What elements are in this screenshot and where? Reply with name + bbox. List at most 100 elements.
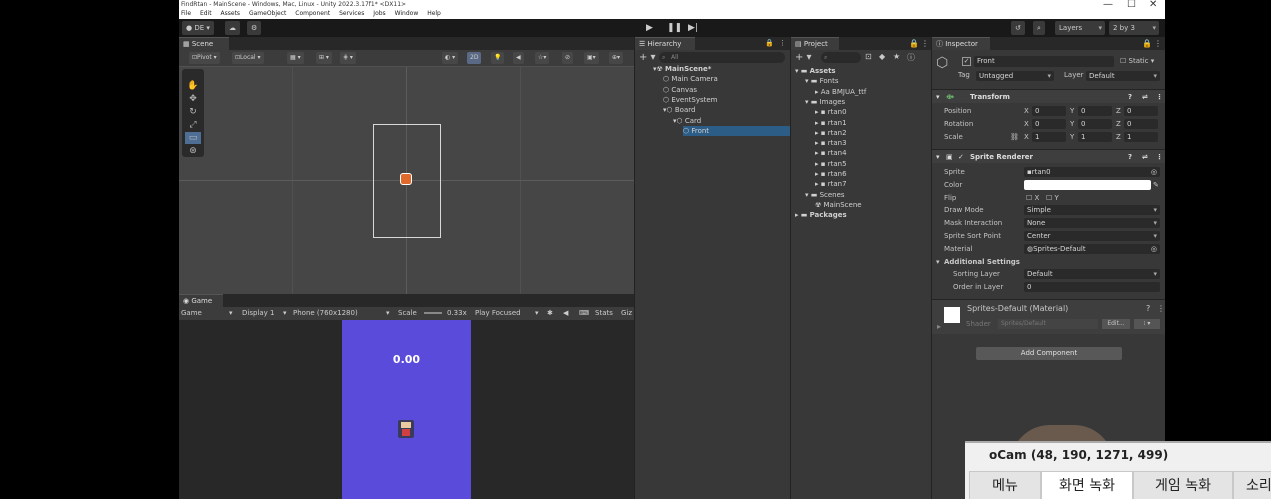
bug-icon[interactable]: ✱ [547,307,553,320]
shortcuts-icon[interactable]: ⌨ [579,307,589,320]
menu-jobs[interactable]: Jobs [373,10,385,17]
kebab-icon[interactable]: ⋮ [921,39,929,48]
add-component-button[interactable]: Add Component [976,347,1122,360]
sprite-renderer-enabled-checkbox[interactable]: ✓ [958,150,964,164]
project-item[interactable]: ▾ ▬ Scenes [805,190,845,200]
hierarchy-item[interactable]: ▾⬡ Board [663,105,791,115]
scale-tool-icon[interactable]: ⤢ [185,119,201,131]
project-item[interactable]: ▸ ▪ rtan4 [815,148,847,158]
hierarchy-item[interactable]: ▾☢ MainScene* [653,64,791,74]
camera-icon[interactable]: ▣▾ [584,52,599,64]
scene-viewport[interactable]: ✋ ✥ ↻ ⤢ ▭ ⊛ [179,66,634,294]
object-picker-icon[interactable]: ◎ [1151,244,1157,254]
position-z-input[interactable]: 0 [1124,106,1158,116]
lock-icon[interactable]: 🔒 [765,39,774,47]
kebab-icon[interactable]: ⋮ [1156,150,1163,164]
project-item[interactable]: ▸ ▬ Packages [795,210,847,220]
transform-header[interactable]: ▾ ⟴ Transform ? ⇌ ⋮ [932,89,1165,103]
layout-dropdown[interactable]: 2 by 3 [1109,21,1159,35]
additional-settings-row[interactable]: ▾ Additional Settings [932,256,1165,268]
kebab-icon[interactable]: ⋮ [1156,90,1163,104]
rect-tool-icon[interactable]: ▭ [185,132,201,144]
front-sprite[interactable] [400,173,412,185]
hierarchy-item[interactable]: ⬡ Canvas [663,85,791,95]
gizmos-icon[interactable]: ⊕▾ [609,52,624,64]
create-button[interactable]: + ▾ [795,52,812,63]
menu-help[interactable]: Help [427,10,441,17]
tab-hierarchy[interactable]: ☰ Hierarchy [635,37,695,50]
flip-y-checkbox[interactable]: ☐ Y [1046,192,1059,204]
close-button[interactable]: ✕ [1149,0,1157,10]
kebab-icon[interactable]: ⋮ [779,39,786,47]
game-view-arrow[interactable]: ▾ [229,307,233,320]
position-y-input[interactable]: 0 [1078,106,1112,116]
local-dropdown[interactable]: ⊡Local ▾ [232,52,264,64]
add-button[interactable]: + ▾ [639,52,656,63]
menu-assets[interactable]: Assets [221,10,241,17]
audio-icon[interactable]: ◀︎ [513,52,524,64]
lock-icon[interactable]: 🔒 [1142,39,1152,48]
menu-edit[interactable]: Edit [200,10,212,17]
menu-services[interactable]: Services [339,10,364,17]
tab-inspector[interactable]: ⓘ Inspector [932,37,990,50]
game-view-dropdown[interactable]: Game [181,307,202,320]
step-icon[interactable]: ▶| [684,21,702,35]
shader-options-button[interactable]: ⁝ ▾ [1134,319,1160,329]
project-item[interactable]: ▸ ▪ rtan3 [815,138,847,148]
filter-type-icon[interactable]: ⊡ [865,52,872,61]
project-item[interactable]: ☢ MainScene [815,200,862,210]
menu-window[interactable]: Window [395,10,419,17]
preset-icon[interactable]: ⇌ [1142,90,1148,104]
scale-slider[interactable] [424,312,442,314]
layer-dropdown[interactable]: Default [1086,71,1160,81]
resolution-dropdown[interactable]: Phone (760x1280) [293,307,358,320]
draw-mode-dropdown[interactable]: Simple [1024,205,1160,215]
help-icon[interactable]: ? [1128,90,1132,104]
project-search-input[interactable]: ⌕ [821,52,861,63]
history-icon[interactable]: ↺ [1011,21,1025,35]
scale-z-input[interactable]: 1 [1124,132,1158,142]
hierarchy-item[interactable]: ⬡ Front [683,125,791,136]
sprite-renderer-header[interactable]: ▾ ▣ ✓ Sprite Renderer ? ⇌ ⋮ [932,149,1165,163]
mode-2d-button[interactable]: 2D [467,52,482,64]
tab-game[interactable]: ◉ Game [179,294,223,307]
search-icon[interactable]: ⌕ [1033,21,1045,35]
tab-project[interactable]: ▤ Project [791,37,839,50]
play-focused-dropdown[interactable]: Play Focused [475,307,521,320]
kebab-icon[interactable]: ⋮ [1154,39,1162,48]
transform-tool-icon[interactable]: ⊛ [185,145,201,157]
display-dropdown[interactable]: Display 1 [242,307,274,320]
ocam-tab-sound[interactable]: 소리 [1233,471,1271,499]
menu-component[interactable]: Component [295,10,330,17]
tab-scene[interactable]: ▦ Scene [179,37,229,50]
kebab-icon[interactable]: ⋮ [1157,304,1165,313]
account-button[interactable]: ● DE ▾ [182,21,214,35]
project-item[interactable]: ▸ ▪ rtan6 [815,169,847,179]
project-item[interactable]: ▾ ▬ Images [805,97,845,107]
gear-icon[interactable]: ⚙ [247,21,262,35]
project-item[interactable]: ▸ Aa BMJUA_ttf [815,87,866,97]
play-icon[interactable]: ▶ [642,21,657,35]
sort-point-dropdown[interactable]: Center [1024,231,1160,241]
project-item[interactable]: ▾ ▬ Fonts [805,76,838,86]
hierarchy-search-input[interactable]: ⌕ All [659,52,785,63]
cloud-icon[interactable]: ☁ [225,21,240,35]
menu-file[interactable]: File [181,10,191,17]
hand-tool-icon[interactable]: ✋ [185,80,201,92]
sprite-field[interactable]: ▪rtan0 ◎ [1024,167,1160,177]
maximize-button[interactable]: ☐ [1127,0,1136,10]
object-picker-icon[interactable]: ◎ [1151,167,1157,177]
move-tool-icon[interactable]: ✥ [185,93,201,105]
hierarchy-item[interactable]: ⬡ EventSystem [663,95,791,105]
shading-mode-button[interactable]: ◐ ▾ [442,52,459,64]
shader-dropdown[interactable]: Sprites/Default [998,319,1098,329]
tag-dropdown[interactable]: Untagged [976,71,1054,81]
constrain-proportions-icon[interactable]: ⛓ [1010,131,1019,143]
ocam-tab-game-record[interactable]: 게임 녹화 [1133,471,1233,499]
edit-shader-button[interactable]: Edit... [1102,319,1130,329]
help-icon[interactable]: ? [1128,150,1132,164]
pivot-dropdown[interactable]: ⊡Pivot ▾ [189,52,220,64]
menu-gameobject[interactable]: GameObject [249,10,286,17]
rotate-tool-icon[interactable]: ↻ [185,106,201,118]
minimize-button[interactable]: — [1103,0,1113,10]
